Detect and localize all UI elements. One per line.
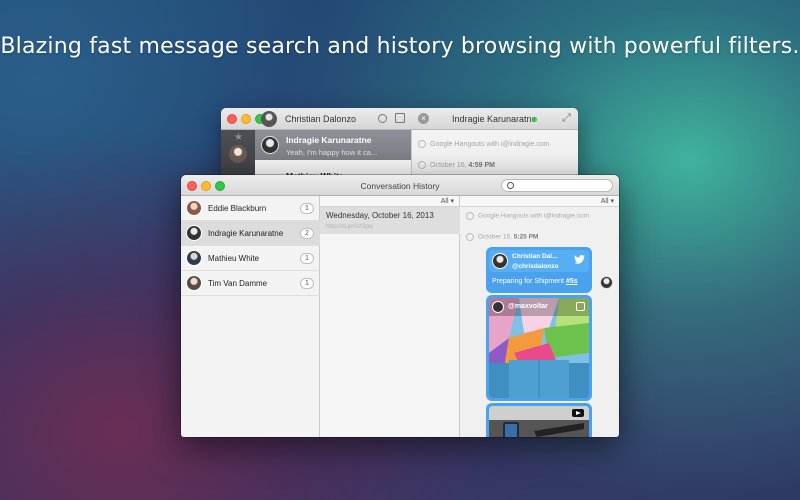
dates-filter-dropdown[interactable]: All ▾ xyxy=(441,197,454,205)
chat-transcript: All ▾ Google Hangouts with i@indragie.co… xyxy=(460,196,619,437)
avatar xyxy=(186,225,202,241)
back-window-traffic-lights xyxy=(227,114,265,124)
list-item-preview: Yeah, I'm happy how it ca... xyxy=(286,148,378,157)
compose-icon[interactable] xyxy=(395,113,405,123)
chat-system-text: Google Hangouts with i@indragie.com xyxy=(430,140,550,148)
contact-row-tim-van-damme[interactable]: Tim Van Damme 1 xyxy=(181,271,320,296)
twitter-icon xyxy=(574,255,585,264)
contact-row-mathieu-white[interactable]: Mathieu White 1 xyxy=(181,246,320,271)
search-icon xyxy=(507,182,514,189)
contact-row-indragie-karunaratne[interactable]: Indragie Karunaratne 2 xyxy=(181,221,320,246)
date-preview-link: http://d.pr/i/z3pq xyxy=(326,223,373,230)
date-row[interactable]: Wednesday, October 16, 2013 http://d.pr/… xyxy=(320,207,460,234)
online-status-dot xyxy=(532,117,537,122)
avatar xyxy=(186,250,202,266)
hangouts-icon xyxy=(466,212,474,220)
sender-avatar xyxy=(600,276,613,289)
user-avatar[interactable] xyxy=(261,111,277,127)
message-bubble-tweet[interactable]: Christian Dal... @chrisdalonzo Preparing… xyxy=(486,247,592,293)
video-thumbnail[interactable] xyxy=(489,406,589,437)
youtube-attachment[interactable] xyxy=(486,403,592,437)
conversation-history-window: Conversation History Eddie Blackburn 1 I… xyxy=(181,175,619,437)
user-name: Christian Dalonzo xyxy=(285,114,357,124)
chat-time: 5:25 PM xyxy=(513,233,539,241)
tweet-author-handle: @chrisdalonzo xyxy=(512,263,559,270)
message-count-badge: 1 xyxy=(300,278,314,289)
message-body: Preparing for Shipment xyxy=(492,278,564,285)
avatar xyxy=(186,200,202,216)
chat-date-line: October 16, 4:59 PM xyxy=(418,161,495,169)
chat-system-line: Google Hangouts with i@indragie.com xyxy=(466,212,589,220)
chat-filter-dropdown[interactable]: All ▾ xyxy=(601,197,614,205)
avatar xyxy=(186,275,202,291)
message-count-badge: 1 xyxy=(300,203,314,214)
close-window-button[interactable] xyxy=(227,114,237,124)
clock-icon xyxy=(418,161,426,169)
headline: Blazing fast message search and history … xyxy=(0,34,800,59)
search-field[interactable] xyxy=(501,179,613,192)
avatar xyxy=(261,136,279,154)
chat-system-line: Google Hangouts with i@indragie.com xyxy=(418,140,550,148)
hangouts-icon xyxy=(418,140,426,148)
hashtag-link[interactable]: #5s xyxy=(566,278,578,285)
star-icon[interactable]: ★ xyxy=(234,132,243,143)
message-text: Preparing for Shipment #5s xyxy=(492,278,578,285)
list-item[interactable]: Indragie Karunaratne Yeah, I'm happy how… xyxy=(255,130,411,160)
instagram-icon xyxy=(576,302,585,311)
message-count-badge: 2 xyxy=(300,228,314,239)
contact-name: Eddie Blackburn xyxy=(208,204,267,213)
chat-date: October 16, xyxy=(430,161,467,169)
search-icon[interactable] xyxy=(378,114,387,123)
instagram-attachment[interactable]: @maxvoltar xyxy=(486,295,592,401)
contact-name: Mathieu White xyxy=(208,254,260,263)
contact-name: Tim Van Damme xyxy=(208,279,268,288)
message-count-badge: 1 xyxy=(300,253,314,264)
clock-icon xyxy=(466,233,474,241)
instagram-photo[interactable]: @maxvoltar xyxy=(489,298,589,398)
tweet-card[interactable]: Christian Dal... @chrisdalonzo xyxy=(489,250,589,272)
chat-system-text: Google Hangouts with i@indragie.com xyxy=(478,212,590,220)
chat-filter-bar: All ▾ xyxy=(460,196,619,207)
conversation-title: Indragie Karunaratne xyxy=(452,114,537,124)
chat-date-line: October 16, 5:25 PM xyxy=(466,233,538,241)
instagram-handle: @maxvoltar xyxy=(508,303,548,310)
contacts-column: Eddie Blackburn 1 Indragie Karunaratne 2… xyxy=(181,196,320,437)
search-input[interactable] xyxy=(517,180,611,191)
sidebar-avatar[interactable] xyxy=(229,145,247,163)
chat-time: 4:59 PM xyxy=(468,161,495,169)
play-icon[interactable] xyxy=(572,409,584,417)
window-titlebar: Conversation History xyxy=(181,175,619,196)
tweet-author-name: Christian Dal... xyxy=(512,253,558,260)
tweet-avatar xyxy=(492,253,508,269)
expand-icon[interactable]: ⤢ xyxy=(562,112,571,125)
chat-date: October 16, xyxy=(478,233,512,241)
list-item-name: Indragie Karunaratne xyxy=(286,135,372,145)
instagram-avatar xyxy=(492,301,504,313)
contact-row-eddie-blackburn[interactable]: Eddie Blackburn 1 xyxy=(181,196,320,221)
close-conversation-icon[interactable]: × xyxy=(418,113,429,124)
back-window-titlebar: Christian Dalonzo × Indragie Karunaratne… xyxy=(221,108,578,130)
date-title: Wednesday, October 16, 2013 xyxy=(326,211,434,220)
minimize-window-button[interactable] xyxy=(241,114,251,124)
contact-name: Indragie Karunaratne xyxy=(208,229,284,238)
dates-filter-bar: All ▾ xyxy=(320,196,459,207)
dates-column: All ▾ Wednesday, October 16, 2013 http:/… xyxy=(320,196,460,437)
